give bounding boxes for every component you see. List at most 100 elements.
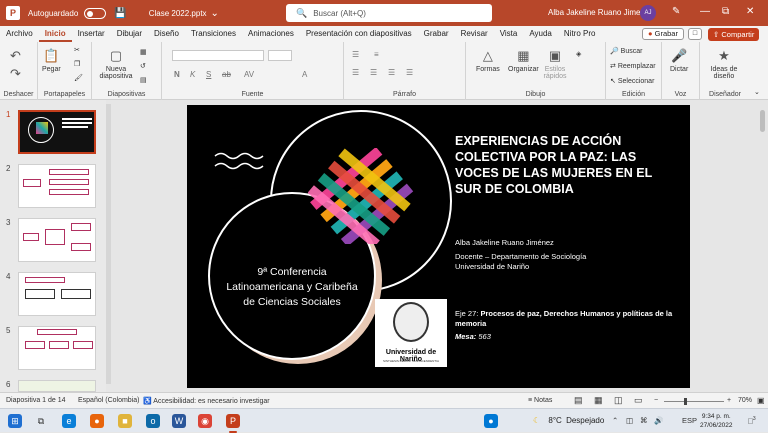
tab-diseno[interactable]: Diseño	[148, 26, 185, 42]
share-button[interactable]: ⇧ Compartir	[708, 28, 760, 41]
section-icon[interactable]: ▤	[140, 76, 147, 84]
slide-thumbnail-2[interactable]	[18, 164, 96, 208]
input-language[interactable]: ESP	[682, 416, 697, 425]
justify-icon[interactable]: ☰	[406, 68, 413, 77]
eje-block[interactable]: Eje 27: Procesos de paz, Derechos Humano…	[455, 309, 675, 342]
collapse-ribbon-icon[interactable]: ⌄	[754, 88, 760, 96]
notes-button[interactable]: ≡ Notas	[528, 397, 552, 404]
network-icon[interactable]: ◫	[626, 416, 633, 425]
zoom-slider[interactable]	[664, 401, 724, 402]
dictate-button[interactable]: 🎤 Dictar	[670, 48, 688, 73]
comments-button[interactable]: □	[688, 28, 702, 40]
outlook-icon[interactable]: o	[146, 414, 160, 428]
autosave-toggle[interactable]	[84, 7, 107, 19]
sorter-view-icon[interactable]: ▦	[594, 395, 603, 406]
chrome-icon[interactable]: ◉	[198, 414, 212, 428]
app-tray-icon[interactable]: ●	[484, 414, 498, 428]
underline-button[interactable]: S	[206, 70, 211, 79]
avatar[interactable]: AJ	[640, 5, 656, 21]
slideshow-view-icon[interactable]: ▭	[634, 395, 643, 406]
search-box[interactable]: 🔍 Buscar (Alt+Q)	[286, 4, 492, 22]
format-painter-icon[interactable]: 🖌	[74, 74, 83, 82]
layout-icon[interactable]: ▦	[140, 48, 147, 56]
system-clock[interactable]: 9:34 p. m. 27/06/2022	[700, 412, 733, 430]
title-chevron-icon[interactable]: ⌄	[211, 8, 219, 19]
save-icon[interactable]: 💾	[114, 8, 126, 19]
reading-view-icon[interactable]: ◫	[614, 395, 623, 406]
bold-button[interactable]: N	[174, 70, 180, 79]
tray-chevron-icon[interactable]: ⌃	[612, 416, 618, 425]
find-button[interactable]: 🔎 Buscar	[610, 47, 642, 55]
tab-transiciones[interactable]: Transiciones	[185, 26, 242, 42]
accessibility-status[interactable]: ♿ Accesibilidad: es necesario investigar	[143, 397, 270, 405]
slide-title[interactable]: EXPERIENCIAS DE ACCIÓN COLECTIVA POR LA …	[455, 133, 681, 197]
tab-dibujar[interactable]: Dibujar	[111, 26, 148, 42]
italic-button[interactable]: K	[190, 70, 195, 79]
start-icon[interactable]: ⊞	[8, 414, 22, 428]
strikethrough-button[interactable]: ab	[222, 70, 231, 79]
restore-icon[interactable]: ⧉	[722, 6, 729, 17]
tab-vista[interactable]: Vista	[494, 26, 524, 42]
canvas-scrollbar[interactable]	[758, 104, 766, 388]
normal-view-icon[interactable]: ▤	[574, 395, 583, 406]
tab-revisar[interactable]: Revisar	[455, 26, 494, 42]
reset-icon[interactable]: ↺	[140, 62, 146, 70]
tab-insertar[interactable]: Insertar	[72, 26, 111, 42]
select-button[interactable]: ↖ Seleccionar	[610, 77, 654, 85]
close-icon[interactable]: ✕	[746, 6, 754, 17]
volume-icon[interactable]: 🔊	[654, 416, 663, 425]
slide-thumbnail-3[interactable]	[18, 218, 96, 262]
scrollbar-thumb[interactable]	[760, 110, 765, 132]
zoom-in-icon[interactable]: +	[727, 397, 731, 404]
conference-name[interactable]: 9ª Conferencia Latinoamericana y Caribeñ…	[222, 265, 362, 310]
bullets-icon[interactable]: ☰	[352, 50, 359, 59]
font-color-icon[interactable]: A	[302, 70, 307, 79]
file-explorer-icon[interactable]: ■	[118, 414, 132, 428]
quick-styles-button[interactable]: ▣ Estilos rápidos	[542, 48, 568, 80]
shapes-button[interactable]: △ Formas	[476, 48, 500, 73]
new-slide-button[interactable]: ▢ Nueva diapositiva	[98, 48, 134, 80]
font-size-input[interactable]	[268, 50, 292, 61]
tab-ayuda[interactable]: Ayuda	[523, 26, 558, 42]
tab-presentacion[interactable]: Presentación con diapositivas	[300, 26, 418, 42]
slide-thumbnail-1[interactable]	[18, 110, 96, 154]
edge-icon[interactable]: e	[62, 414, 76, 428]
font-name-input[interactable]	[172, 50, 264, 61]
powerpoint-taskbar-icon[interactable]: P	[226, 414, 240, 433]
zoom-level[interactable]: 70%	[738, 397, 752, 404]
wifi-icon[interactable]: ⌘	[640, 416, 648, 425]
tab-grabar[interactable]: Grabar	[418, 26, 455, 42]
document-title[interactable]: Clase 2022.pptx	[149, 9, 207, 18]
design-ideas-button[interactable]: ★ Ideas de diseño	[704, 48, 744, 80]
tab-archivo[interactable]: Archivo	[0, 26, 39, 42]
undo-icon[interactable]: ↶	[10, 48, 21, 66]
cut-icon[interactable]: ✂	[74, 46, 80, 54]
replace-button[interactable]: ⇄ Reemplazar	[610, 62, 656, 70]
redo-icon[interactable]: ↷	[10, 66, 21, 84]
zoom-out-icon[interactable]: −	[654, 397, 658, 404]
author-block[interactable]: Alba Jakeline Ruano Jiménez Docente – De…	[455, 238, 675, 272]
paste-button[interactable]: 📋 Pegar	[42, 48, 61, 73]
copy-icon[interactable]: ❐	[74, 60, 80, 68]
minimize-icon[interactable]: —	[700, 6, 710, 17]
arrange-button[interactable]: ▦ Organizar	[508, 48, 539, 73]
firefox-icon[interactable]: ●	[90, 414, 104, 428]
fill-icon[interactable]: ◈	[576, 50, 581, 58]
grabar-button[interactable]: ● Grabar	[642, 28, 684, 40]
slide-thumbnail-5[interactable]	[18, 326, 96, 370]
numbering-icon[interactable]: ≡	[374, 50, 379, 59]
notifications-icon[interactable]: □3	[748, 416, 756, 426]
align-left-icon[interactable]: ☰	[352, 68, 359, 77]
tab-nitro-pro[interactable]: Nitro Pro	[558, 26, 602, 42]
weather-widget[interactable]: ☾ 8°C Despejado	[533, 416, 604, 425]
language-status[interactable]: Español (Colombia)	[78, 397, 139, 404]
tab-inicio[interactable]: Inicio	[38, 26, 72, 42]
align-right-icon[interactable]: ☰	[388, 68, 395, 77]
word-icon[interactable]: W	[172, 414, 186, 428]
slide-thumbnail-4[interactable]	[18, 272, 96, 316]
slide-thumbnail-6[interactable]	[18, 380, 96, 392]
spacing-button[interactable]: AV	[244, 70, 254, 79]
align-center-icon[interactable]: ☰	[370, 68, 377, 77]
pen-icon[interactable]: ✎	[672, 6, 680, 17]
zoom-slider-knob[interactable]	[684, 398, 687, 405]
